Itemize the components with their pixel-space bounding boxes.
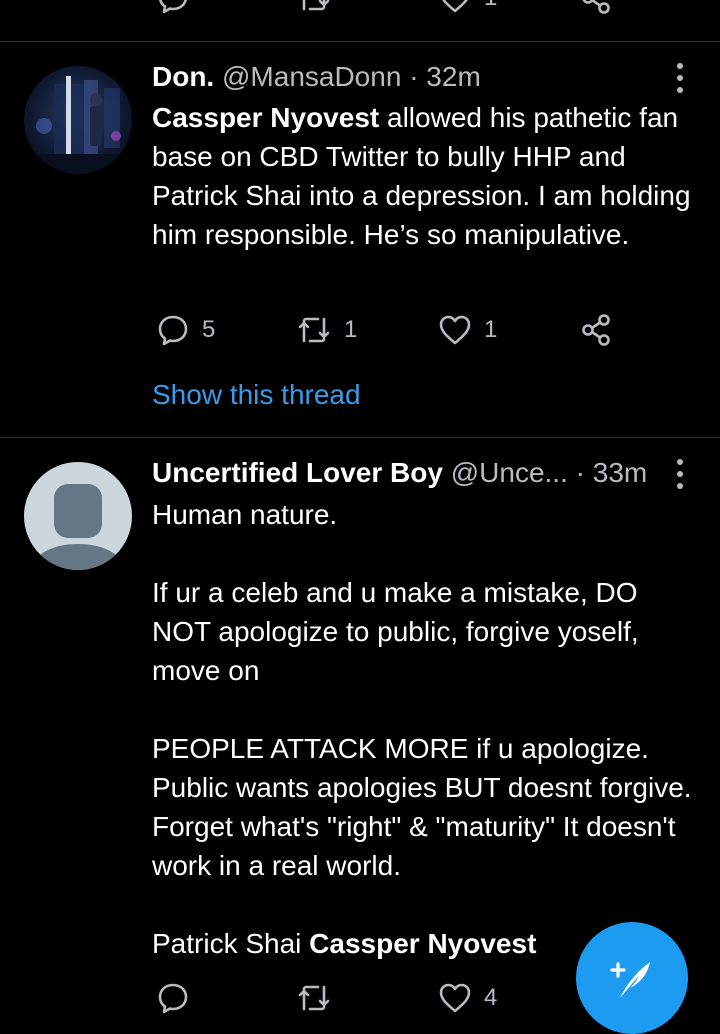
previous-tweet-actions: 1 — [152, 0, 652, 18]
like-count: 4 — [484, 984, 498, 1011]
handle[interactable]: @Unce... — [451, 457, 568, 488]
timestamp[interactable]: 32m — [426, 61, 480, 92]
tweet-paragraph: PEOPLE ATTACK MORE if u apologize. Publi… — [152, 733, 692, 881]
display-name[interactable]: Uncertified Lover Boy — [152, 457, 443, 488]
retweet-icon — [298, 317, 330, 343]
retweet-button[interactable] — [296, 0, 332, 18]
default-avatar-icon — [34, 484, 122, 570]
tweet-paragraph: Human nature. — [152, 499, 338, 530]
more-options-icon[interactable] — [668, 63, 692, 93]
reply-button[interactable]: 5 — [156, 310, 215, 350]
heart-icon — [439, 315, 471, 345]
retweet-button[interactable]: 1 — [296, 310, 357, 350]
retweet-count: 1 — [344, 316, 358, 343]
compose-tweet-button[interactable] — [576, 922, 688, 1034]
tweet-actions: 5 1 1 — [152, 310, 652, 350]
tweet-text: Human nature. If ur a celeb and u make a… — [152, 495, 697, 963]
like-button[interactable]: 1 — [438, 310, 497, 350]
tweet-text-content: Patrick Shai — [152, 928, 310, 959]
reply-count: 5 — [202, 316, 216, 343]
feather-plus-icon — [610, 962, 650, 998]
tweet-divider — [0, 437, 720, 438]
display-name[interactable]: Don. — [152, 61, 214, 92]
timestamp[interactable]: 33m — [593, 457, 647, 488]
reply-button[interactable] — [156, 978, 190, 1018]
share-button[interactable] — [580, 0, 614, 18]
like-count: 1 — [484, 316, 498, 343]
reply-icon — [159, 0, 187, 14]
like-count: 1 — [484, 0, 497, 12]
like-button[interactable]: 4 — [438, 978, 497, 1018]
mention-link[interactable]: Cassper Nyovest — [309, 928, 536, 959]
tweet-text: Cassper Nyovest allowed his pathetic fan… — [152, 98, 697, 254]
reply-button[interactable] — [156, 0, 190, 18]
reply-icon — [158, 315, 188, 346]
tweet-header: Uncertified Lover Boy @Unce... · 33m — [152, 456, 647, 490]
tweet-divider — [0, 41, 720, 42]
retweet-icon — [302, 0, 330, 11]
avatar-photo — [24, 76, 132, 174]
separator: · — [575, 457, 585, 488]
retweet-button[interactable] — [296, 978, 332, 1018]
handle[interactable]: @MansaDonn — [222, 61, 401, 92]
separator: · — [409, 61, 419, 92]
share-icon — [582, 314, 610, 346]
show-thread-link[interactable]: Show this thread — [152, 377, 361, 413]
avatar[interactable] — [24, 462, 132, 570]
more-options-icon[interactable] — [668, 459, 692, 489]
like-button[interactable]: 1 — [438, 0, 497, 18]
heart-icon — [442, 0, 468, 13]
avatar[interactable] — [24, 66, 132, 174]
share-icon — [582, 0, 610, 14]
share-button[interactable] — [580, 310, 614, 350]
tweet-header: Don. @MansaDonn · 32m — [152, 60, 481, 94]
mention-link[interactable]: Cassper Nyovest — [152, 102, 379, 133]
tweet-paragraph: If ur a celeb and u make a mistake, DO N… — [152, 577, 639, 686]
